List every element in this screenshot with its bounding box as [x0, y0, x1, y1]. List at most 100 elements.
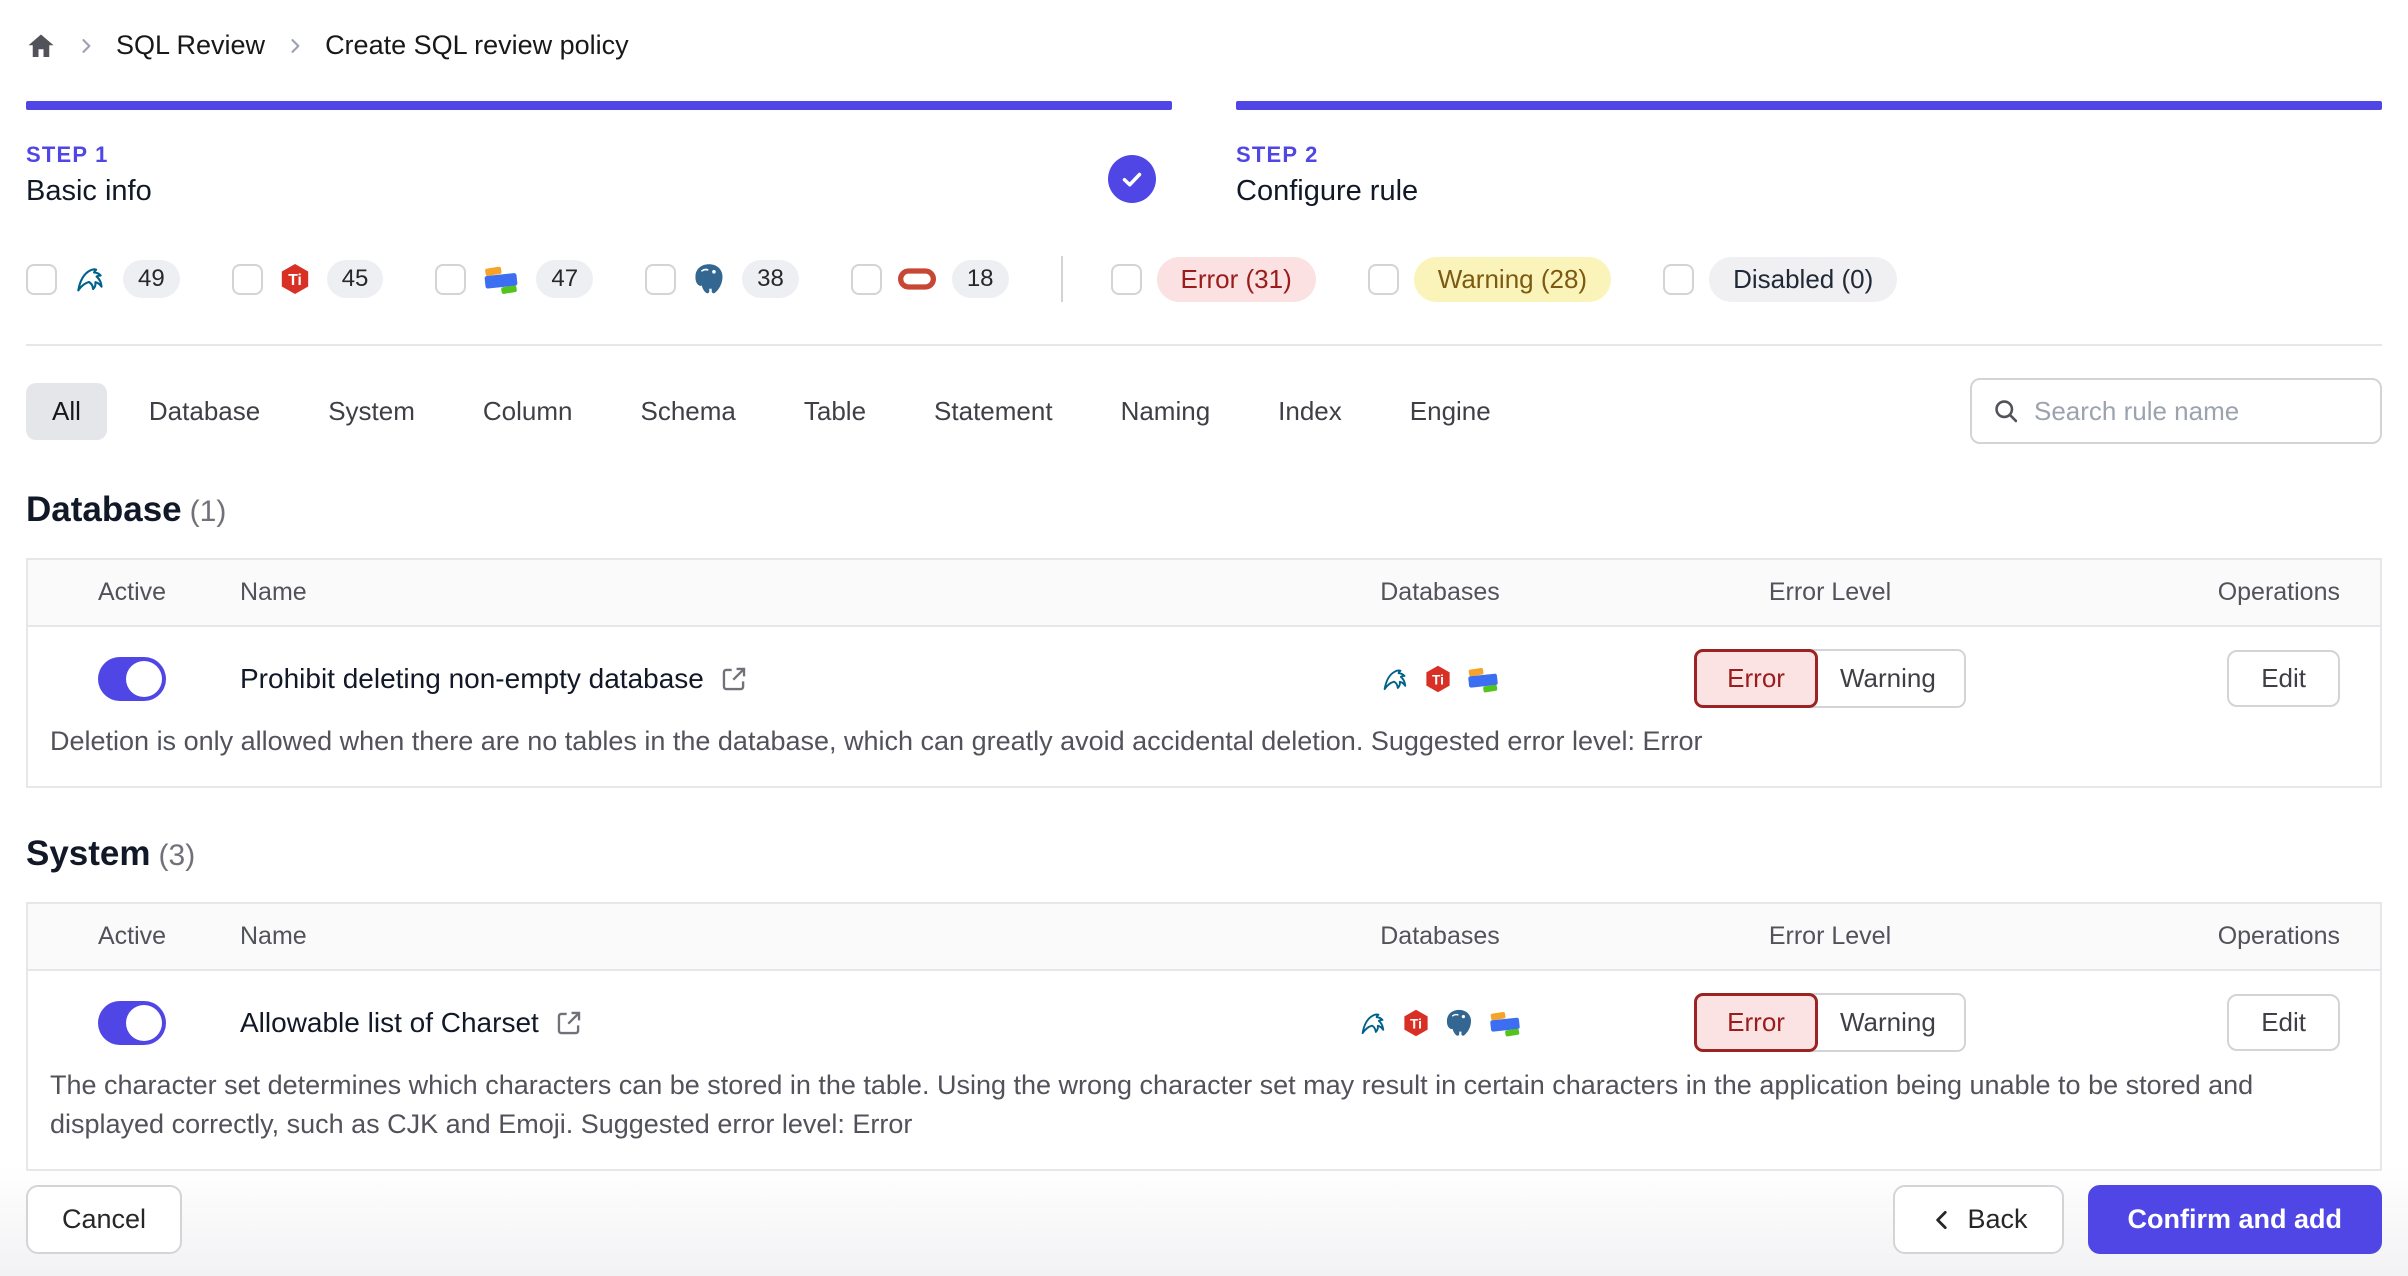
- step-2-label: STEP 2: [1236, 142, 1319, 167]
- postgresql-count-badge: 38: [742, 260, 799, 298]
- step-1-completed-badge: [1108, 155, 1156, 203]
- column-header-operations: Operations: [2217, 578, 2340, 606]
- warning-checkbox[interactable]: [1367, 263, 1399, 295]
- oceanbase-count-badge: 47: [536, 260, 594, 298]
- error-level-warning-button[interactable]: Warning: [1811, 649, 1966, 708]
- error-checkbox[interactable]: [1110, 263, 1142, 295]
- tidb-icon: [1401, 1008, 1431, 1038]
- search-input[interactable]: [2034, 395, 2360, 427]
- disabled-checkbox[interactable]: [1663, 263, 1695, 295]
- column-header-name: Name: [240, 922, 307, 951]
- section-heading-system: System (3): [26, 834, 2382, 874]
- step-2-title: Configure rule: [1236, 175, 1419, 207]
- column-header-error-level: Error Level: [1768, 578, 1892, 606]
- confirm-and-add-button[interactable]: Confirm and add: [2087, 1185, 2382, 1254]
- database-rules-table: Active Name Databases Error Level Operat…: [26, 558, 2382, 789]
- table-header: Active Name Databases Error Level Operat…: [28, 560, 2380, 627]
- tab-statement[interactable]: Statement: [908, 383, 1079, 440]
- tidb-icon: [278, 262, 312, 296]
- error-level-error-button[interactable]: Error: [1694, 649, 1818, 708]
- back-button[interactable]: Back: [1893, 1185, 2064, 1254]
- filter-level-disabled[interactable]: Disabled (0): [1663, 256, 1898, 302]
- breadcrumb-sql-review[interactable]: SQL Review: [116, 30, 265, 61]
- mysql-count-badge: 49: [123, 260, 180, 298]
- filter-engine-mysql[interactable]: 49: [26, 260, 180, 298]
- column-header-active: Active: [98, 922, 167, 951]
- external-link-icon[interactable]: [720, 665, 748, 693]
- cancel-button[interactable]: Cancel: [26, 1185, 183, 1254]
- filter-level-error[interactable]: Error (31): [1110, 256, 1316, 302]
- step-1-progress-bar: [26, 101, 1172, 110]
- column-header-error-level: Error Level: [1768, 922, 1892, 951]
- chevron-left-icon: [1929, 1207, 1955, 1233]
- external-link-icon[interactable]: [555, 1009, 583, 1037]
- oracle-count-badge: 18: [951, 260, 1009, 298]
- tab-schema[interactable]: Schema: [615, 383, 762, 440]
- column-header-name: Name: [240, 578, 307, 606]
- filter-engine-oceanbase[interactable]: 47: [435, 259, 594, 299]
- rule-name: Allowable list of Charset: [240, 1006, 539, 1038]
- mysql-icon: [1379, 663, 1411, 695]
- tab-column[interactable]: Column: [457, 383, 599, 440]
- error-level-segmented-control: Error Warning: [1694, 649, 1966, 708]
- tab-naming[interactable]: Naming: [1095, 383, 1237, 440]
- rule-active-toggle[interactable]: [98, 656, 166, 701]
- oracle-checkbox[interactable]: [850, 263, 882, 295]
- error-level-warning-button[interactable]: Warning: [1811, 993, 1966, 1053]
- rule-search-box[interactable]: [1970, 378, 2382, 444]
- back-button-label: Back: [1967, 1204, 2028, 1234]
- section-title: System: [26, 834, 151, 874]
- tab-index[interactable]: Index: [1252, 383, 1368, 440]
- breadcrumb: SQL Review Create SQL review policy: [26, 0, 2382, 61]
- rule-active-toggle[interactable]: [98, 1000, 166, 1045]
- rule-name: Prohibit deleting non-empty database: [240, 662, 704, 694]
- step-2: STEP 2 Configure rule: [1236, 101, 2382, 208]
- tab-engine[interactable]: Engine: [1384, 383, 1517, 440]
- section-title: Database: [26, 490, 182, 529]
- filter-divider: [1060, 256, 1063, 302]
- create-sql-review-policy-page: SQL Review Create SQL review policy STEP…: [0, 0, 2408, 1276]
- filter-engine-tidb[interactable]: 45: [231, 260, 384, 298]
- mysql-icon: [72, 261, 108, 297]
- edit-button[interactable]: Edit: [2227, 994, 2340, 1052]
- table-row: Prohibit deleting non-empty database Err…: [28, 627, 2380, 718]
- column-header-operations: Operations: [2217, 922, 2340, 951]
- error-level-segmented-control: Error Warning: [1694, 993, 1966, 1053]
- mysql-icon: [1357, 1007, 1389, 1039]
- filter-level-warning[interactable]: Warning (28): [1367, 256, 1612, 302]
- error-count-pill[interactable]: Error (31): [1156, 256, 1316, 302]
- step-indicator: STEP 1 Basic info STEP 2 Configure rule: [26, 101, 2382, 208]
- column-header-active: Active: [98, 578, 167, 606]
- step-1-label: STEP 1: [26, 142, 109, 167]
- tab-database[interactable]: Database: [123, 383, 286, 440]
- filter-engine-oracle[interactable]: 18: [850, 259, 1009, 299]
- error-level-error-button[interactable]: Error: [1694, 993, 1818, 1053]
- step-1: STEP 1 Basic info: [26, 101, 1172, 208]
- filter-engine-postgresql[interactable]: 38: [645, 260, 799, 298]
- tab-table[interactable]: Table: [778, 383, 892, 440]
- edit-button[interactable]: Edit: [2227, 650, 2340, 707]
- warning-count-pill[interactable]: Warning (28): [1413, 256, 1612, 302]
- system-rules-table: Active Name Databases Error Level Operat…: [26, 902, 2382, 1171]
- tab-system[interactable]: System: [302, 383, 441, 440]
- postgresql-icon: [691, 261, 727, 297]
- search-icon: [1992, 397, 2020, 425]
- home-icon[interactable]: [26, 31, 56, 61]
- oracle-icon: [897, 259, 937, 299]
- postgresql-icon: [1443, 1007, 1475, 1039]
- filter-bar: 49 45 47 38 18 Error (31) Warning (28) D…: [26, 256, 2382, 302]
- rule-database-icons: [1379, 661, 1501, 697]
- mysql-checkbox[interactable]: [26, 263, 57, 295]
- tidb-checkbox[interactable]: [231, 263, 263, 295]
- rule-database-icons: [1357, 1005, 1523, 1041]
- oceanbase-checkbox[interactable]: [435, 263, 467, 295]
- disabled-count-pill[interactable]: Disabled (0): [1709, 256, 1898, 302]
- tab-all[interactable]: All: [26, 382, 107, 440]
- breadcrumb-current-page: Create SQL review policy: [325, 30, 629, 60]
- chevron-right-icon: [76, 36, 96, 56]
- footer-action-bar: Cancel Back Confirm and add: [0, 1165, 2408, 1276]
- step-1-title: Basic info: [26, 175, 152, 207]
- section-count: (1): [189, 495, 227, 528]
- column-header-databases: Databases: [1380, 922, 1500, 951]
- postgresql-checkbox[interactable]: [645, 263, 677, 295]
